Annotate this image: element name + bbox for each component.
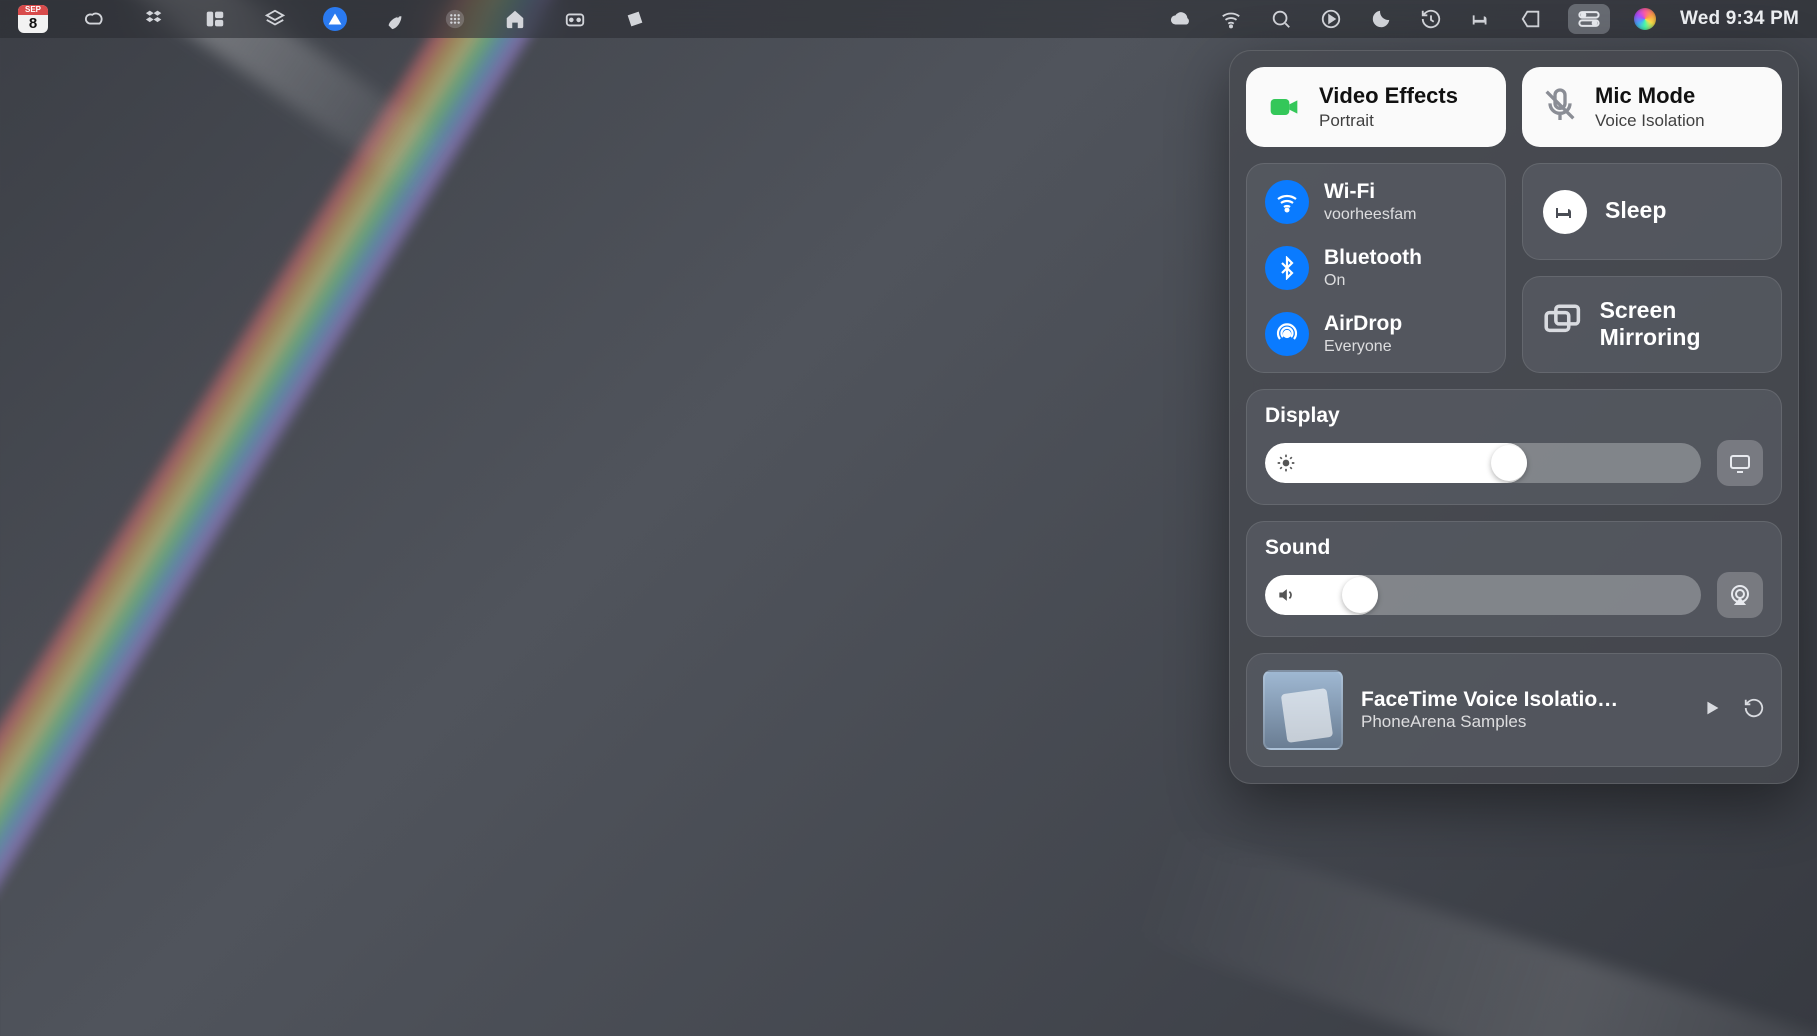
wifi-title: Wi-Fi [1324, 180, 1417, 204]
now-playing-subtitle: PhoneArena Samples [1361, 712, 1683, 732]
now-playing-tile[interactable]: FaceTime Voice Isolatio… PhoneArena Samp… [1246, 653, 1782, 767]
dropbox-icon[interactable] [142, 6, 168, 32]
video-camera-icon [1264, 87, 1304, 127]
connectivity-tile: Wi-Fi voorheesfam Bluetooth On AirDrop E… [1246, 163, 1506, 373]
menu-clock[interactable]: Wed 9:34 PM [1680, 8, 1799, 30]
airplay-audio-button[interactable] [1717, 572, 1763, 618]
play-button[interactable] [1701, 697, 1723, 724]
display-brightness-slider[interactable] [1265, 443, 1701, 483]
airdrop-row[interactable]: AirDrop Everyone [1265, 312, 1487, 356]
wifi-menu-icon[interactable] [1218, 6, 1244, 32]
display-settings-button[interactable] [1717, 440, 1763, 486]
desktop-streak [1120, 820, 1817, 1036]
bluetooth-row[interactable]: Bluetooth On [1265, 246, 1487, 290]
sound-label: Sound [1265, 536, 1763, 560]
bed-icon [1543, 190, 1587, 234]
brightness-icon [1265, 443, 1307, 483]
home-icon[interactable] [502, 6, 528, 32]
control-center-panel: Video Effects Portrait Mic Mode Voice Is… [1229, 50, 1799, 784]
card-icon[interactable] [562, 6, 588, 32]
display-tile: Display [1246, 389, 1782, 505]
tag-icon[interactable] [1518, 6, 1544, 32]
video-effects-tile[interactable]: Video Effects Portrait [1246, 67, 1506, 147]
airdrop-icon[interactable] [1265, 312, 1309, 356]
video-effects-subtitle: Portrait [1319, 111, 1458, 131]
bluetooth-title: Bluetooth [1324, 246, 1422, 270]
wifi-row[interactable]: Wi-Fi voorheesfam [1265, 180, 1487, 224]
rocket-icon[interactable] [382, 6, 408, 32]
panels-icon[interactable] [202, 6, 228, 32]
control-center-toggle[interactable] [1568, 4, 1610, 34]
triangle-app-icon[interactable] [322, 6, 348, 32]
sleep-label: Sleep [1605, 197, 1666, 224]
speaker-icon [1265, 575, 1307, 615]
microphone-slash-icon [1540, 85, 1580, 130]
cloud-status-icon[interactable] [1168, 6, 1194, 32]
bed-icon[interactable] [1468, 6, 1494, 32]
grid-icon[interactable] [442, 6, 468, 32]
calendar-day: 8 [29, 15, 37, 31]
wifi-icon[interactable] [1265, 180, 1309, 224]
ticket-icon[interactable] [622, 6, 648, 32]
layers-icon[interactable] [262, 6, 288, 32]
mic-mode-title: Mic Mode [1595, 83, 1705, 109]
menu-bar: SEP 8 Wed 9:34 PM [0, 0, 1817, 38]
play-circle-icon[interactable] [1318, 6, 1344, 32]
mic-mode-tile[interactable]: Mic Mode Voice Isolation [1522, 67, 1782, 147]
calendar-menu-icon[interactable]: SEP 8 [18, 5, 48, 33]
screen-mirroring-label: Screen Mirroring [1600, 297, 1761, 350]
video-effects-title: Video Effects [1319, 83, 1458, 109]
calendar-month: SEP [18, 5, 48, 15]
sound-volume-slider[interactable] [1265, 575, 1701, 615]
now-playing-artwork [1263, 670, 1343, 750]
wifi-network: voorheesfam [1324, 206, 1417, 224]
screen-mirroring-icon [1543, 303, 1582, 347]
desktop-rainbow [0, 0, 1030, 1036]
creative-cloud-icon[interactable] [82, 6, 108, 32]
timemachine-icon[interactable] [1418, 6, 1444, 32]
siri-icon[interactable] [1634, 8, 1656, 30]
display-label: Display [1265, 404, 1763, 428]
airdrop-status: Everyone [1324, 338, 1402, 356]
mic-mode-subtitle: Voice Isolation [1595, 111, 1705, 131]
moon-icon[interactable] [1368, 6, 1394, 32]
screen-mirroring-tile[interactable]: Screen Mirroring [1522, 276, 1782, 373]
repeat-button[interactable] [1743, 697, 1765, 724]
airdrop-title: AirDrop [1324, 312, 1402, 336]
bluetooth-icon[interactable] [1265, 246, 1309, 290]
spotlight-search-icon[interactable] [1268, 6, 1294, 32]
sound-tile: Sound [1246, 521, 1782, 637]
bluetooth-status: On [1324, 272, 1422, 290]
now-playing-title: FaceTime Voice Isolatio… [1361, 688, 1683, 712]
sleep-tile[interactable]: Sleep [1522, 163, 1782, 260]
